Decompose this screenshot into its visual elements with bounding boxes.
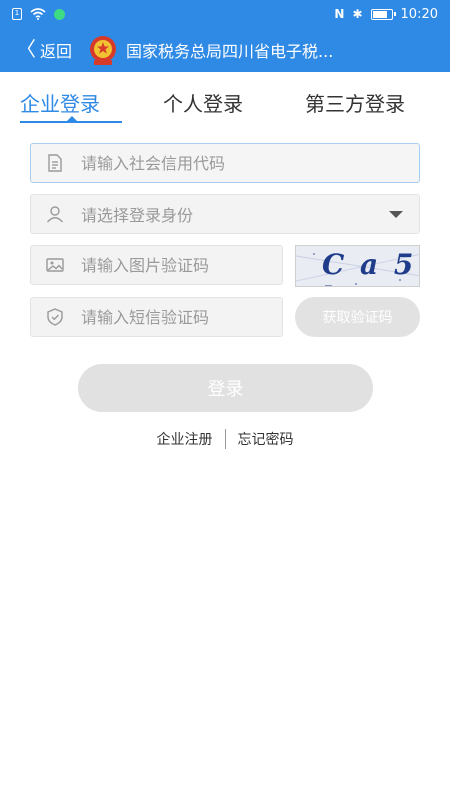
image-icon	[46, 258, 64, 272]
credit-code-input[interactable]	[81, 153, 419, 173]
login-tabs: 企业登录 个人登录 第三方登录	[0, 80, 450, 126]
tab-indicator-underline	[20, 121, 122, 123]
document-icon	[48, 154, 62, 172]
login-button[interactable]: 登录	[78, 364, 373, 412]
identity-placeholder: 请选择登录身份	[81, 206, 194, 225]
status-time: 10:20	[400, 6, 438, 22]
chevron-left-icon: 〈	[16, 37, 36, 61]
forgot-password-link[interactable]: 忘记密码	[226, 429, 306, 449]
enterprise-register-link[interactable]: 企业注册	[145, 429, 225, 449]
tax-emblem-icon	[90, 36, 117, 65]
image-captcha-field[interactable]	[30, 245, 283, 285]
wifi-icon	[30, 8, 46, 20]
status-bar: 1 N ✱ 10:20	[0, 0, 450, 28]
identity-select[interactable]: 请选择登录身份	[30, 194, 420, 234]
sim-card-icon: 1	[12, 8, 22, 20]
user-icon	[46, 206, 64, 223]
caret-down-icon[interactable]	[389, 211, 403, 218]
tab-third-party-login[interactable]: 第三方登录	[305, 88, 405, 117]
status-right: N ✱ 10:20	[334, 7, 438, 22]
back-label: 返回	[40, 42, 73, 61]
shield-check-icon	[47, 308, 63, 326]
app-notification-icon	[54, 8, 65, 20]
auth-links: 企业注册 忘记密码	[0, 428, 450, 450]
page-title: 国家税务总局四川省电子税...	[126, 42, 334, 61]
tab-enterprise-login[interactable]: 企业登录	[20, 88, 100, 117]
bluetooth-icon: ✱	[352, 7, 363, 21]
status-left: 1	[12, 8, 65, 20]
image-captcha-input[interactable]	[81, 255, 282, 275]
back-button[interactable]: 〈 返回	[16, 38, 72, 62]
sms-code-input[interactable]	[81, 307, 282, 327]
captcha-image[interactable]: C a 5 k	[295, 245, 420, 287]
title-bar: 〈 返回 国家税务总局四川省电子税...	[0, 28, 450, 72]
tab-personal-login[interactable]: 个人登录	[163, 88, 243, 117]
battery-icon	[370, 8, 396, 20]
credit-code-field[interactable]	[30, 143, 420, 183]
get-sms-code-button[interactable]: 获取验证码	[295, 297, 420, 337]
nfc-icon: N	[334, 7, 345, 21]
sms-code-field[interactable]	[30, 297, 283, 337]
captcha-text: C a 5 k	[322, 248, 417, 286]
